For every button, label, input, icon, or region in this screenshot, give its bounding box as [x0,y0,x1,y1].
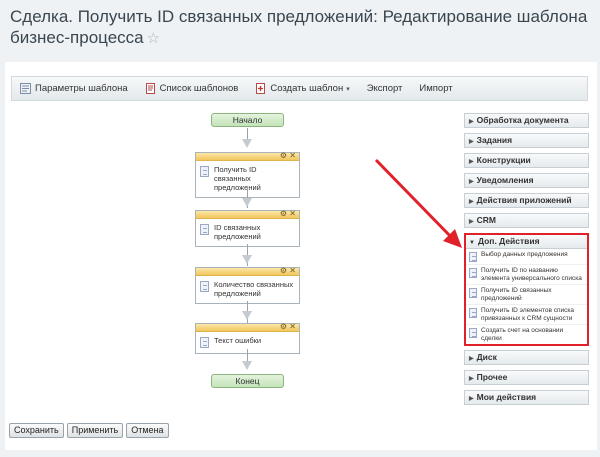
sidebar-item-label: CRM [476,215,496,225]
create-template-icon [256,83,266,94]
sidebar-item-label: Конструкции [476,155,531,165]
activity-icon [200,337,209,348]
create-template-button[interactable]: Создать шаблон ▾ [255,83,350,94]
activity-icon [200,224,209,235]
gear-icon[interactable]: ⚙ [280,266,287,275]
sidebar-subitem-label: Получить ID по названию элемента универс… [481,267,582,282]
gear-icon[interactable]: ⚙ [280,322,287,331]
sidebar-item-my-actions[interactable]: ▶ Мои действия [464,390,589,405]
sidebar-item-label: Диск [476,352,497,362]
drop-arrow-icon [242,361,252,370]
process-canvas: Начало ⚙ ✕ Получить ID связанных предложе… [11,104,460,400]
activity-block[interactable]: ⚙ ✕ Количество связанных предложений [195,266,300,304]
chevron-right-icon: ▶ [469,159,474,165]
chevron-right-icon: ▶ [469,396,474,402]
drop-arrow-icon [242,139,252,148]
drop-arrow-icon [242,311,252,320]
activity-label: Текст ошибки [214,336,262,345]
sidebar-subitem-label: Получить ID связанных предложений [481,287,552,302]
sidebar-item-label: Действия приложений [476,195,572,205]
sidebar-subitem[interactable]: Выбор данных предложения [466,249,587,265]
chevron-right-icon: ▶ [469,179,474,185]
chevron-right-icon: ▶ [469,376,474,382]
close-icon[interactable]: ✕ [289,209,296,218]
activity-label: ID связанных предложений [214,223,261,241]
sidebar-subitem[interactable]: Создать счет на основании сделки [466,325,587,344]
sidebar-section-extra-actions: ▼ Доп. Действия Выбор данных предложения … [464,233,589,346]
template-settings-label: Параметры шаблона [35,83,128,94]
drop-arrow-icon [242,255,252,264]
favorite-star-icon[interactable]: ☆ [147,30,160,47]
activity-label: Количество связанных предложений [214,280,294,298]
sidebar-subitem[interactable]: Получить ID элементов списка привязанных… [466,305,587,325]
sidebar-subitem-label: Выбор данных предложения [481,251,568,258]
activity-header: ⚙ ✕ [196,322,299,332]
sidebar-item-other[interactable]: ▶ Прочее [464,370,589,385]
activity-icon [469,268,477,278]
sidebar-subitem-label: Получить ID элементов списка привязанных… [481,307,574,322]
import-button[interactable]: Импорт [419,83,452,94]
cancel-button[interactable]: Отмена [126,423,169,438]
export-label: Экспорт [366,83,403,94]
sidebar-item-app-actions[interactable]: ▶ Действия приложений [464,193,589,208]
template-list-icon [145,83,155,94]
chevron-right-icon: ▶ [469,199,474,205]
sidebar-item-label: Доп. Действия [477,236,540,246]
close-icon[interactable]: ✕ [289,322,296,331]
sidebar-subitem[interactable]: Получить ID по названию элемента универс… [466,265,587,285]
sidebar-item-notifications[interactable]: ▶ Уведомления [464,173,589,188]
sidebar-item-constructions[interactable]: ▶ Конструкции [464,153,589,168]
activity-icon [469,288,477,298]
sidebar-item-label: Уведомления [476,175,534,185]
apply-button[interactable]: Применить [66,423,124,438]
chevron-right-icon: ▶ [469,139,474,145]
sidebar-item-label: Обработка документа [476,115,569,125]
chevron-down-icon: ▼ [469,240,475,246]
activity-header: ⚙ ✕ [196,151,299,161]
form-buttons: Сохранить Применить Отмена [9,423,172,438]
save-button[interactable]: Сохранить [9,423,64,438]
template-list-button[interactable]: Список шаблонов [145,83,239,94]
sidebar-item-label: Задания [476,135,513,145]
end-node[interactable]: Конец [211,374,284,388]
sidebar-item-label: Прочее [476,372,508,382]
chevron-right-icon: ▶ [469,119,474,125]
start-node[interactable]: Начало [211,113,284,127]
gear-icon[interactable]: ⚙ [280,151,287,160]
sidebar-subitem-label: Создать счет на основании сделки [481,327,564,342]
activity-icon [200,281,209,292]
toolbar: Параметры шаблона Список шаблонов Создат… [11,76,588,101]
create-template-label: Создать шаблон [270,83,344,94]
sidebar-item-disk[interactable]: ▶ Диск [464,350,589,365]
drop-arrow-icon [242,198,252,207]
template-settings-button[interactable]: Параметры шаблона [20,83,128,94]
activity-header: ⚙ ✕ [196,266,299,276]
sidebar-item-crm[interactable]: ▶ CRM [464,213,589,228]
import-label: Импорт [419,83,453,94]
gear-icon[interactable]: ⚙ [280,209,287,218]
chevron-right-icon: ▶ [469,219,474,225]
activity-label: Получить ID связанных предложений [214,165,261,192]
activity-icon [469,308,477,318]
export-button[interactable]: Экспорт [367,83,403,94]
activity-icon [469,328,477,338]
page-title: Сделка. Получить ID связанных предложени… [10,6,590,49]
activity-block[interactable]: ⚙ ✕ ID связанных предложений [195,209,300,247]
chevron-right-icon: ▶ [469,356,474,362]
close-icon[interactable]: ✕ [289,266,296,275]
sidebar-item-tasks[interactable]: ▶ Задания [464,133,589,148]
activity-header: ⚙ ✕ [196,209,299,219]
sidebar-item-document-processing[interactable]: ▶ Обработка документа [464,113,589,128]
sidebar-subitem[interactable]: Получить ID связанных предложений [466,285,587,305]
chevron-down-icon: ▾ [346,85,350,93]
activity-sidebar: ▶ Обработка документа ▶ Задания ▶ Конструкц… [464,113,589,410]
sidebar-item-extra-actions[interactable]: ▼ Доп. Действия [466,235,587,249]
close-icon[interactable]: ✕ [289,151,296,160]
activity-icon [469,252,477,262]
activity-icon [200,166,209,177]
sidebar-item-label: Мои действия [476,392,537,402]
template-list-label: Список шаблонов [159,83,239,94]
page-title-text: Сделка. Получить ID связанных предложени… [10,7,588,47]
template-settings-icon [20,83,31,94]
